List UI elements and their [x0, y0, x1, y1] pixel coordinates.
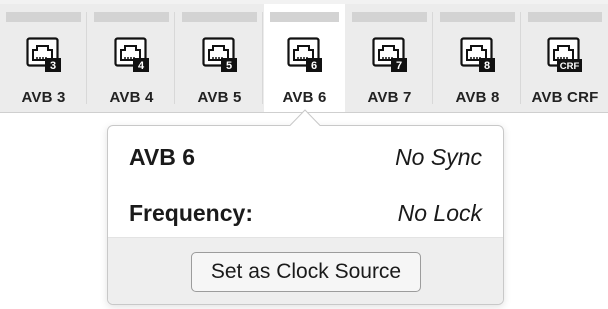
port-divider — [262, 12, 263, 104]
port-avb-5[interactable]: 5 AVB 5 — [176, 4, 263, 112]
ethernet-port-icon: 7 — [371, 37, 407, 72]
frequency-value: No Lock — [397, 200, 482, 226]
port-status-strip — [352, 12, 427, 22]
port-label: AVB 8 — [455, 89, 500, 106]
popover-footer: Set as Clock Source — [108, 237, 503, 304]
port-label: AVB 6 — [282, 89, 327, 106]
port-badge: 3 — [49, 60, 55, 72]
port-status-strip — [528, 12, 602, 22]
ethernet-port-icon: 3 — [25, 37, 61, 72]
frequency-label: Frequency: — [129, 200, 253, 226]
port-badge: CRF — [560, 61, 580, 72]
ethernet-port-icon: 8 — [459, 37, 495, 72]
port-info-popover: AVB 6 No Sync Frequency: No Lock Set as … — [107, 125, 504, 305]
port-status-strip — [270, 12, 339, 22]
port-divider — [432, 12, 433, 104]
avb-ports-bar: 3 AVB 3 4 AVB 4 5 AVB 5 6 AVB 6 7 AVB 7 … — [0, 4, 608, 113]
port-label: AVB 4 — [109, 89, 154, 106]
port-badge: 5 — [225, 60, 231, 72]
port-badge: 8 — [483, 60, 489, 72]
port-divider — [520, 12, 521, 104]
port-avb-crf[interactable]: CRF AVB CRF — [522, 4, 608, 112]
port-avb-3[interactable]: 3 AVB 3 — [0, 4, 87, 112]
port-label: AVB CRF — [531, 89, 599, 106]
port-status-strip — [6, 12, 81, 22]
port-badge: 6 — [310, 60, 316, 72]
port-avb-6[interactable]: 6 AVB 6 — [264, 4, 345, 112]
ethernet-port-icon: 5 — [201, 37, 237, 72]
port-status-strip — [94, 12, 169, 22]
ethernet-port-icon: CRF — [547, 37, 582, 72]
port-status-strip — [182, 12, 257, 22]
port-divider — [174, 12, 175, 104]
port-avb-4[interactable]: 4 AVB 4 — [88, 4, 175, 112]
port-label: AVB 7 — [367, 89, 412, 106]
port-avb-7[interactable]: 7 AVB 7 — [346, 4, 433, 112]
port-divider — [86, 12, 87, 104]
port-avb-8[interactable]: 8 AVB 8 — [434, 4, 521, 112]
port-label: AVB 5 — [197, 89, 242, 106]
port-badge: 7 — [395, 60, 401, 72]
popover-pointer — [290, 109, 320, 126]
port-badge: 4 — [137, 60, 144, 72]
set-clock-source-button[interactable]: Set as Clock Source — [191, 252, 421, 292]
port-label: AVB 3 — [21, 89, 66, 106]
ethernet-port-icon: 6 — [286, 37, 322, 72]
popover-title: AVB 6 — [129, 144, 196, 170]
sync-status: No Sync — [395, 144, 482, 170]
port-status-strip — [440, 12, 515, 22]
ethernet-port-icon: 4 — [113, 37, 149, 72]
